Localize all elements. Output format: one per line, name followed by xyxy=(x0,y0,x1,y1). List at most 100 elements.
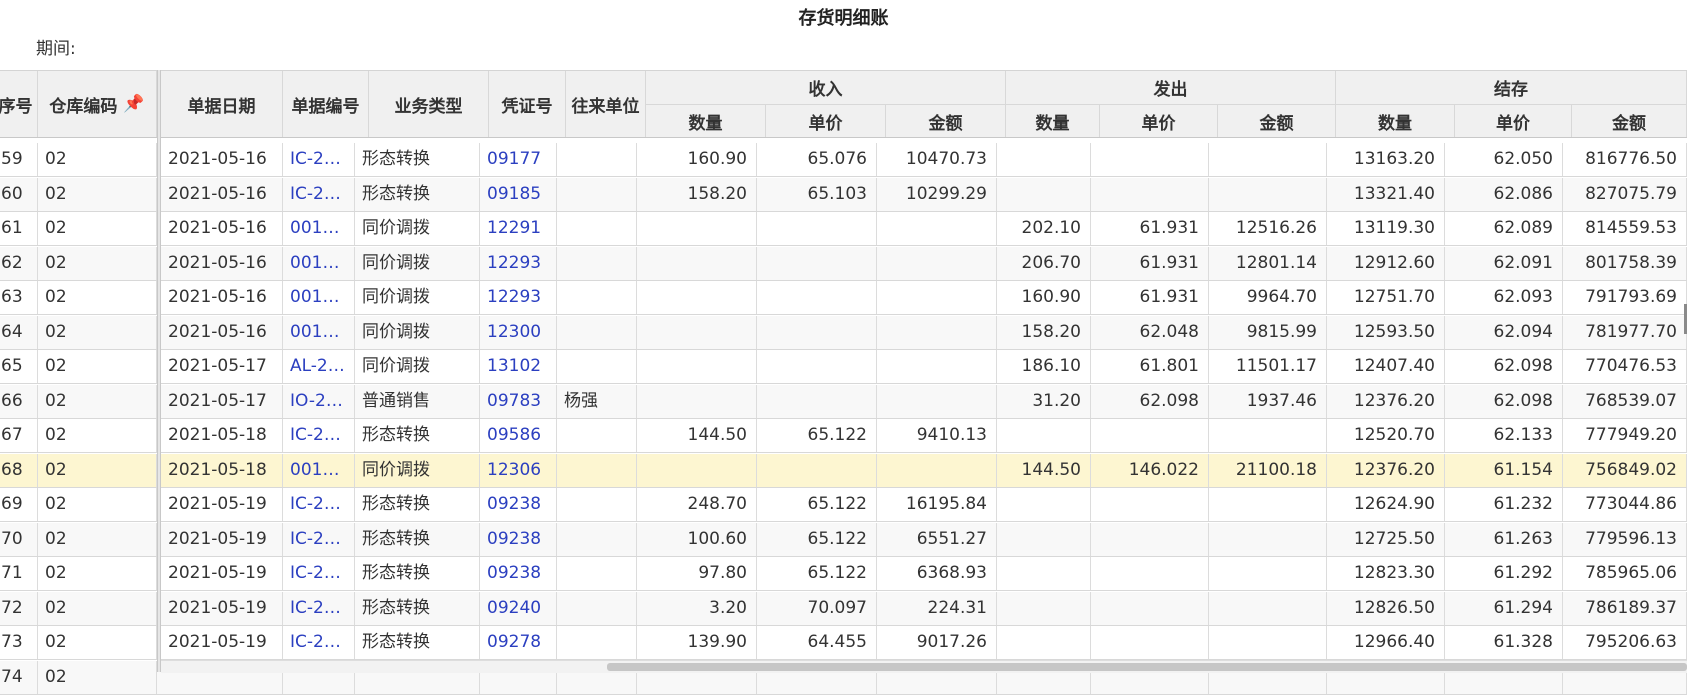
table-row[interactable]: 73 02 2021-05-19 IC-2… 形态转换 09278 139.90 64.455… xyxy=(0,626,1687,660)
header-doc-no[interactable]: 单据编号 xyxy=(283,71,369,137)
cell-bal-amount: 791793.69 xyxy=(1563,281,1687,314)
header-in-qty[interactable]: 数量 xyxy=(646,104,766,137)
header-partner[interactable]: 往来单位 xyxy=(566,71,646,137)
cell-doc-no[interactable]: 0011… xyxy=(283,212,355,245)
cell-voucher[interactable]: 09278 xyxy=(480,626,557,659)
header-bal-price[interactable]: 单价 xyxy=(1455,104,1572,137)
header-in-amount[interactable]: 金额 xyxy=(886,104,1006,137)
cell-partner xyxy=(557,626,637,659)
cell-bal-amount: 777949.20 xyxy=(1563,419,1687,452)
cell-out-price: 61.931 xyxy=(1091,246,1209,280)
table-row[interactable]: 68 02 2021-05-18 0011… 同价调拨 12306 144.50 146.02… xyxy=(0,453,1687,488)
cell-doc-no[interactable]: IC-2… xyxy=(283,522,355,556)
horizontal-scrollbar[interactable] xyxy=(161,660,1687,673)
cell-out-price xyxy=(1091,557,1209,590)
header-out-qty[interactable]: 数量 xyxy=(1006,104,1100,137)
table-row[interactable]: 65 02 2021-05-17 AL-2… 同价调拨 13102 186.10 61.801… xyxy=(0,350,1687,384)
cell-doc-no[interactable]: 0011… xyxy=(283,281,355,314)
pin-icon[interactable]: 📌 xyxy=(123,94,144,114)
table-row[interactable]: 70 02 2021-05-19 IC-2… 形态转换 09238 100.60 65.122… xyxy=(0,522,1687,557)
cell-doc-no[interactable]: 0011… xyxy=(283,246,355,280)
cell-out-qty xyxy=(997,177,1091,211)
table-row[interactable]: 62 02 2021-05-16 0011… 同价调拨 12293 206.70 61.931… xyxy=(0,246,1687,281)
header-warehouse[interactable]: 仓库编码 📌 xyxy=(38,71,157,137)
cell-voucher[interactable]: 09238 xyxy=(480,522,557,556)
cell-out-amount xyxy=(1209,591,1327,625)
cell-doc-no[interactable]: IC-2… xyxy=(283,557,355,590)
cell-warehouse: 02 xyxy=(38,488,157,521)
cell-out-price xyxy=(1091,591,1209,625)
cell-voucher[interactable]: 09185 xyxy=(480,177,557,211)
cell-doc-no[interactable]: 0011… xyxy=(283,315,355,349)
cell-doc-no[interactable]: IC-2… xyxy=(283,177,355,211)
cell-doc-no[interactable]: IC-2… xyxy=(283,626,355,659)
table-row[interactable]: 72 02 2021-05-19 IC-2… 形态转换 09240 3.20 70.097 22… xyxy=(0,591,1687,626)
cell-voucher[interactable]: 09238 xyxy=(480,557,557,590)
cell-voucher[interactable]: 12300 xyxy=(480,315,557,349)
table-row[interactable]: 64 02 2021-05-16 0011… 同价调拨 12300 158.20 62.048… xyxy=(0,315,1687,350)
cell-out-qty xyxy=(997,591,1091,625)
table-row[interactable]: 67 02 2021-05-18 IC-2… 形态转换 09586 144.50 65.122… xyxy=(0,419,1687,453)
cell-doc-no[interactable]: IC-2… xyxy=(283,143,355,176)
cell-seq: 66 xyxy=(0,384,38,418)
cell-bal-amount: 773044.86 xyxy=(1563,488,1687,521)
table-row[interactable]: 60 02 2021-05-16 IC-2… 形态转换 09185 158.20 65.103… xyxy=(0,177,1687,212)
cell-doc-no[interactable]: 0011… xyxy=(283,453,355,487)
cell-date: 2021-05-19 xyxy=(161,626,283,659)
cell-out-amount xyxy=(1209,626,1327,659)
cell-out-amount: 9815.99 xyxy=(1209,315,1327,349)
cell-warehouse: 02 xyxy=(38,453,157,487)
cell-doc-no[interactable]: IC-2… xyxy=(283,419,355,452)
cell-in-price: 65.122 xyxy=(757,557,877,590)
cell-biz-type: 同价调拨 xyxy=(355,350,480,383)
header-voucher[interactable]: 凭证号 xyxy=(489,71,566,137)
cell-voucher[interactable]: 09177 xyxy=(480,143,557,176)
cell-seq: 68 xyxy=(0,453,38,487)
cell-voucher[interactable]: 09240 xyxy=(480,591,557,625)
cell-voucher[interactable]: 12293 xyxy=(480,246,557,280)
header-bal-amount[interactable]: 金额 xyxy=(1572,104,1687,137)
table-row[interactable]: 63 02 2021-05-16 0011… 同价调拨 12293 160.90 61.931… xyxy=(0,281,1687,315)
table-row[interactable]: 71 02 2021-05-19 IC-2… 形态转换 09238 97.80 65.122 6… xyxy=(0,557,1687,591)
cell-biz-type: 同价调拨 xyxy=(355,315,480,349)
header-biz-type[interactable]: 业务类型 xyxy=(369,71,489,137)
cell-out-qty: 31.20 xyxy=(997,384,1091,418)
cell-doc-no[interactable]: IO-2… xyxy=(283,384,355,418)
header-seq[interactable]: 序号 xyxy=(0,71,38,137)
cell-voucher[interactable]: 13102 xyxy=(480,350,557,383)
cell-seq: 70 xyxy=(0,522,38,556)
cell-in-price xyxy=(757,350,877,383)
cell-voucher[interactable]: 12306 xyxy=(480,453,557,487)
cell-warehouse: 02 xyxy=(38,419,157,452)
table-row[interactable]: 66 02 2021-05-17 IO-2… 普通销售 09783 杨强 31.20 62.09… xyxy=(0,384,1687,419)
cell-voucher[interactable]: 12291 xyxy=(480,212,557,245)
cell-bal-amount: 756849.02 xyxy=(1563,453,1687,487)
table-row[interactable]: 69 02 2021-05-19 IC-2… 形态转换 09238 248.70 65.122… xyxy=(0,488,1687,522)
cell-voucher[interactable]: 09238 xyxy=(480,488,557,521)
cell-out-price: 62.048 xyxy=(1091,315,1209,349)
cell-in-qty xyxy=(637,315,757,349)
cell-voucher[interactable]: 09783 xyxy=(480,384,557,418)
table-row[interactable]: 61 02 2021-05-16 0011… 同价调拨 12291 202.10 61.931… xyxy=(0,212,1687,246)
cell-doc-no[interactable]: AL-2… xyxy=(283,350,355,383)
header-in-price[interactable]: 单价 xyxy=(766,104,886,137)
cell-voucher[interactable]: 09586 xyxy=(480,419,557,452)
horizontal-scrollbar-thumb[interactable] xyxy=(607,663,1687,671)
period-label: 期间: xyxy=(36,39,76,59)
cell-doc-no[interactable]: IC-2… xyxy=(283,488,355,521)
cell-out-amount xyxy=(1209,419,1327,452)
cell-voucher[interactable]: 12293 xyxy=(480,281,557,314)
cell-in-qty: 3.20 xyxy=(637,591,757,625)
cell-doc-no[interactable]: IC-2… xyxy=(283,591,355,625)
table-row[interactable]: 59 02 2021-05-16 IC-2… 形态转换 09177 160.90 65.076… xyxy=(0,143,1687,177)
cell-biz-type: 形态转换 xyxy=(355,419,480,452)
header-out-amount[interactable]: 金额 xyxy=(1218,104,1336,137)
cell-bal-price: 62.050 xyxy=(1445,143,1563,176)
header-date[interactable]: 单据日期 xyxy=(161,71,283,137)
header-out-price[interactable]: 单价 xyxy=(1100,104,1218,137)
cell-out-amount xyxy=(1209,488,1327,521)
table-header: 序号 仓库编码 📌 单据日期 单据编号 业务类型 凭证号 往来单位 收入 发出 … xyxy=(0,70,1687,138)
cell-warehouse: 02 xyxy=(38,177,157,211)
frozen-column-divider[interactable] xyxy=(157,70,161,672)
header-bal-qty[interactable]: 数量 xyxy=(1336,104,1455,137)
